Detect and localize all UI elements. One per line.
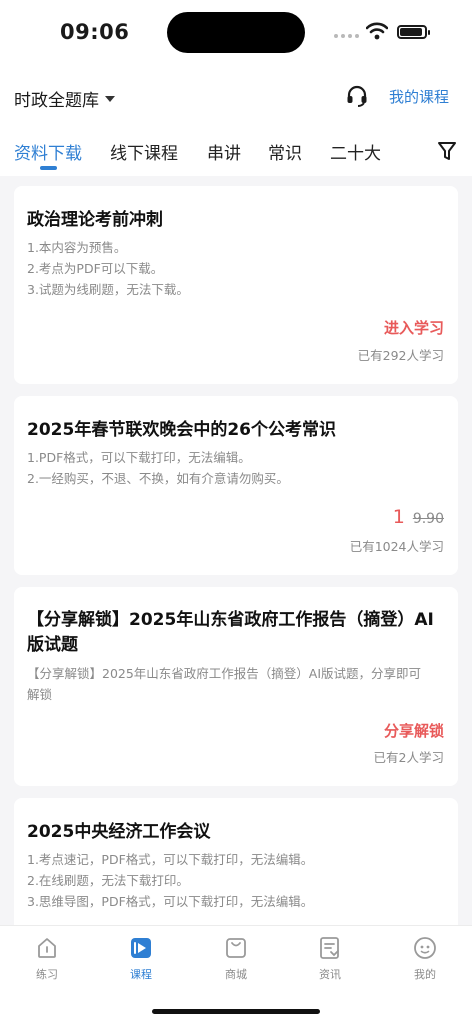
nav-practice[interactable]: 练习: [17, 936, 77, 982]
course-icon: [131, 938, 151, 958]
course-description-line: 1.PDF格式，可以下载打印，无法编辑。: [27, 450, 251, 465]
question-bank-selector[interactable]: 时政全题库: [14, 86, 115, 111]
course-description-line: 1.本内容为预售。: [27, 240, 127, 255]
tab-materials-download[interactable]: 资料下载: [14, 139, 82, 164]
learner-count: 已有292人学习: [357, 348, 444, 363]
nav-course[interactable]: 课程: [111, 936, 171, 982]
course-description-line: 2.一经购买，不退、不换，如有介意请勿购买。: [27, 471, 289, 486]
course-title-line: 【分享解锁】2025年山东省政府工作报告（摘登）AI: [27, 610, 434, 630]
learner-count: 已有1024人学习: [349, 539, 444, 554]
course-title-line: 版试题: [27, 635, 78, 655]
headset-icon[interactable]: [345, 84, 369, 108]
course-description-line: 3.试题为线刷题，无法下载。: [27, 282, 189, 297]
course-description-line: 3.思维导图，PDF格式，可以下载打印，无法编辑。: [27, 894, 314, 909]
category-tabs: 资料下载 线下课程 串讲 常识 二十大: [0, 128, 472, 176]
question-bank-label: 时政全题库: [14, 91, 99, 111]
course-card[interactable]: 【分享解锁】2025年山东省政府工作报告（摘登）AI 版试题 【分享解锁】202…: [14, 587, 458, 786]
course-description-line: 【分享解锁】2025年山东省政府工作报告（摘登）AI版试题，分享即可: [27, 666, 422, 681]
nav-label: 我的: [414, 968, 436, 981]
enter-study-button[interactable]: 进入学习: [384, 317, 444, 338]
nav-label: 练习: [36, 968, 58, 981]
dynamic-island: [167, 12, 305, 53]
caret-down-icon: [105, 95, 115, 102]
course-description-line: 2.在线刷题，无法下载打印。: [27, 873, 189, 888]
course-title: 2025年春节联欢晚会中的26个公考常识: [27, 420, 336, 440]
course-card[interactable]: 政治理论考前冲刺 1.本内容为预售。 2.考点为PDF可以下载。 3.试题为线刷…: [14, 186, 458, 384]
top-header: 时政全题库 我的课程: [0, 64, 472, 128]
tab-review-lectures[interactable]: 串讲: [207, 139, 241, 164]
wifi-icon: [366, 22, 388, 40]
nav-news[interactable]: 资讯: [300, 936, 360, 982]
tab-offline-courses[interactable]: 线下课程: [110, 139, 178, 164]
course-title: 政治理论考前冲刺: [27, 210, 163, 230]
home-indicator[interactable]: [152, 1009, 320, 1014]
filter-icon[interactable]: [437, 140, 457, 162]
cellular-signal-icon: [334, 34, 359, 38]
tab-twentieth-congress[interactable]: 二十大: [330, 139, 381, 164]
course-description-line: 解锁: [27, 687, 53, 702]
nav-label: 商城: [225, 968, 247, 981]
learner-count: 已有2人学习: [373, 750, 444, 765]
course-title: 2025中央经济工作会议: [27, 822, 211, 842]
battery-icon: [397, 25, 430, 39]
shop-icon: [226, 938, 246, 958]
status-time: 09:06: [60, 20, 130, 44]
current-price: 1: [392, 506, 405, 528]
active-tab-indicator: [40, 166, 57, 170]
nav-label: 课程: [130, 968, 152, 981]
course-card[interactable]: 2025年春节联欢晚会中的26个公考常识 1.PDF格式，可以下载打印，无法编辑…: [14, 396, 458, 575]
my-course-link[interactable]: 我的课程: [389, 86, 449, 107]
price-block: 1 9.90: [393, 506, 444, 528]
status-bar: 09:06: [0, 0, 472, 64]
nav-shop[interactable]: 商城: [206, 936, 266, 982]
course-description-line: 2.考点为PDF可以下载。: [27, 261, 164, 276]
profile-icon: [414, 937, 436, 959]
original-price: 9.90: [412, 511, 444, 527]
tab-general-knowledge[interactable]: 常识: [268, 139, 302, 164]
nav-label: 资讯: [319, 968, 341, 981]
share-unlock-button[interactable]: 分享解锁: [384, 720, 444, 741]
course-card[interactable]: 2025中央经济工作会议 1.考点速记，PDF格式，可以下载打印，无法编辑。 2…: [14, 798, 458, 938]
course-description-line: 1.考点速记，PDF格式，可以下载打印，无法编辑。: [27, 852, 314, 867]
news-icon: [320, 937, 339, 959]
nav-profile[interactable]: 我的: [395, 936, 455, 982]
practice-icon: [38, 938, 56, 958]
